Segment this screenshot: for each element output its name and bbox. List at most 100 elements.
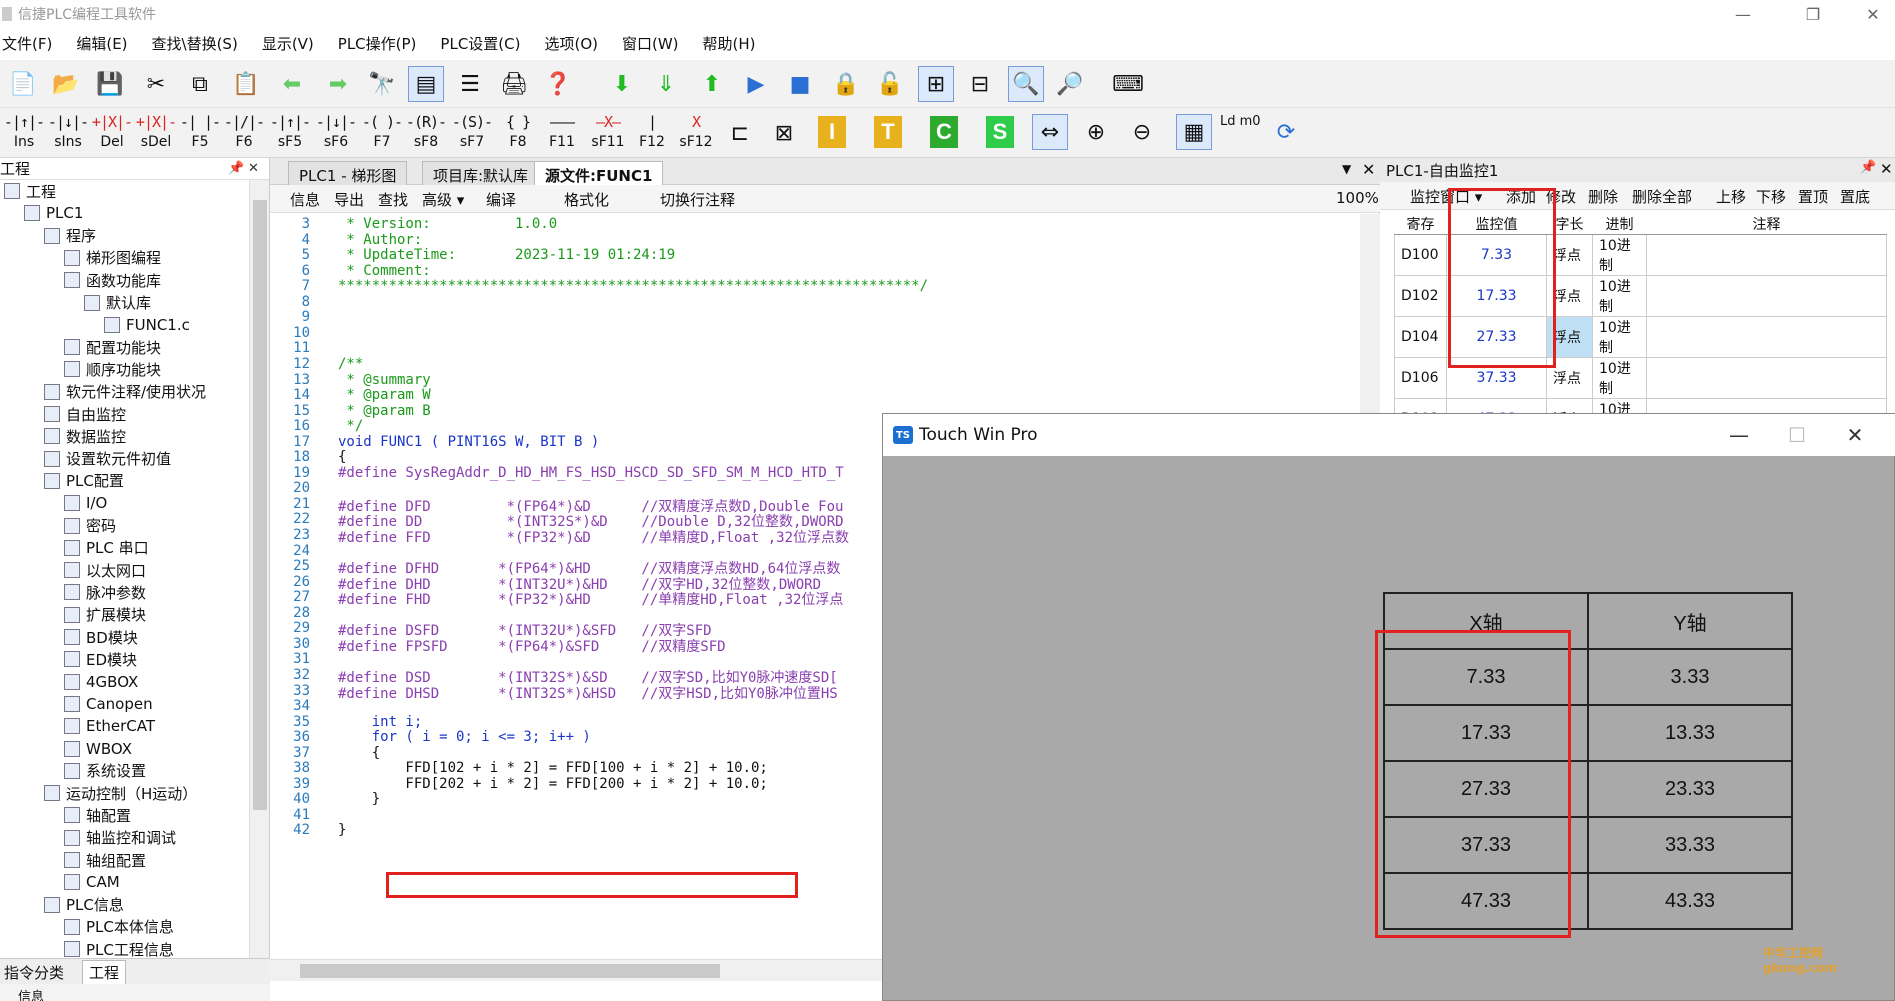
- instruction-t-icon[interactable]: T: [874, 116, 902, 148]
- tree-item[interactable]: 脉冲参数: [64, 581, 146, 603]
- value-cell[interactable]: 37.33: [1446, 357, 1547, 399]
- download-icon[interactable]: ⬇: [604, 66, 640, 102]
- back-arrow-icon[interactable]: ⬅: [274, 66, 310, 102]
- tree-item[interactable]: WBOX: [64, 738, 132, 760]
- ladder-sf11-button[interactable]: —X— sF11: [586, 113, 630, 155]
- upload-icon[interactable]: ⬆: [694, 66, 730, 102]
- tree-item[interactable]: 梯形图编程: [64, 247, 161, 269]
- tree-item[interactable]: 轴组配置: [64, 849, 146, 871]
- tree-item[interactable]: 默认库: [84, 292, 151, 314]
- tree-item[interactable]: 软元件注释/使用状况: [44, 381, 206, 403]
- touchwin-maximize-icon[interactable]: ☐: [1769, 414, 1825, 456]
- tree-item[interactable]: PLC信息: [44, 894, 124, 916]
- ladder-del-button[interactable]: +|X|- Del: [90, 113, 134, 155]
- tree-item[interactable]: PLC工程信息: [64, 938, 174, 960]
- tree-item[interactable]: Canopen: [64, 693, 153, 715]
- menu-plc-operation[interactable]: PLC操作(P): [336, 33, 429, 54]
- code-line[interactable]: #define SysRegAddr_D_HD_HM_FS_HSD_HSCD_S…: [338, 465, 844, 481]
- tree-item[interactable]: EtherCAT: [64, 715, 155, 737]
- pin-icon[interactable]: 📌: [228, 161, 244, 176]
- ladder-sf7-button[interactable]: -(S)- sF7: [450, 113, 494, 155]
- tab-instruction-category[interactable]: 指令分类: [4, 962, 64, 983]
- panel-close-icon[interactable]: ✕: [248, 161, 259, 176]
- touchwin-close-icon[interactable]: ✕: [1827, 414, 1883, 456]
- monitor-delete-button[interactable]: 删除: [1588, 186, 1618, 207]
- code-line[interactable]: * @param W: [338, 387, 430, 403]
- menu-find-replace[interactable]: 查找\替换(S): [150, 33, 250, 54]
- menu-help[interactable]: 帮助(H): [701, 33, 768, 54]
- code-line[interactable]: FFD[202 + i * 2] = FFD[200 + i * 2] + 10…: [338, 776, 767, 792]
- tree-item[interactable]: 顺序功能块: [64, 358, 161, 380]
- tree-item[interactable]: 工程: [4, 180, 56, 202]
- tree-item[interactable]: 数据监控: [44, 425, 126, 447]
- editor-format-button[interactable]: 格式化: [564, 189, 609, 210]
- tree-item[interactable]: I/O: [64, 492, 107, 514]
- monitor-pin-icon[interactable]: 📌: [1860, 160, 1876, 175]
- menu-file[interactable]: 文件(F): [0, 33, 64, 54]
- editor-toggle-comment-button[interactable]: 切换行注释: [660, 189, 735, 210]
- zoom-in-icon[interactable]: ⊕: [1078, 114, 1114, 150]
- tab-project[interactable]: 工程: [82, 960, 127, 985]
- monitor-row[interactable]: D100 7.33 浮点 10进制: [1394, 234, 1887, 276]
- code-line[interactable]: * @param B: [338, 403, 430, 419]
- ladder-sf12-button[interactable]: XsF12: [674, 113, 718, 155]
- instruction-c-icon[interactable]: C: [930, 116, 958, 148]
- code-line[interactable]: #define DHSD *(INT32S*)&HSD //双字HSD,比如Y0…: [338, 683, 838, 703]
- tree-item[interactable]: PLC配置: [44, 470, 124, 492]
- tab-source-func1[interactable]: 源文件:FUNC1: [534, 161, 664, 185]
- code-line[interactable]: ****************************************…: [338, 278, 928, 294]
- menu-plc-settings[interactable]: PLC设置(C): [438, 33, 532, 54]
- tree-item[interactable]: FUNC1.c: [104, 314, 190, 336]
- editor-compile-button[interactable]: 编译: [486, 189, 516, 210]
- tree-item[interactable]: 程序: [44, 225, 96, 247]
- info-tab[interactable]: 信息: [18, 986, 44, 1001]
- code-line[interactable]: void FUNC1 ( PINT16S W, BIT B ): [338, 434, 599, 450]
- zoom-page-icon[interactable]: 🔍: [1008, 66, 1044, 102]
- ladder-view-icon[interactable]: ⊞: [918, 66, 954, 102]
- monitor-view-icon[interactable]: ⊟: [962, 66, 998, 102]
- open-folder-icon[interactable]: 📂: [48, 66, 84, 102]
- code-line[interactable]: * UpdateTime: 2023-11-19 01:24:19: [338, 247, 675, 263]
- monitor-row[interactable]: D106 37.33 浮点 10进制: [1394, 357, 1887, 399]
- stop-icon[interactable]: ■: [782, 66, 818, 102]
- code-line[interactable]: FFD[102 + i * 2] = FFD[100 + i * 2] + 10…: [338, 760, 767, 776]
- binoculars-icon[interactable]: 🔭: [364, 66, 400, 102]
- help-search-icon[interactable]: ❓: [540, 66, 576, 102]
- tab-project-library[interactable]: 项目库:默认库: [422, 161, 540, 185]
- code-line[interactable]: #define FPSFD *(FP64*)&SFD //双精度SFD: [338, 636, 726, 656]
- save-icon[interactable]: 💾: [92, 66, 128, 102]
- code-line[interactable]: * Version: 1.0.0: [338, 216, 557, 232]
- monitor-close-icon[interactable]: ✕: [1880, 160, 1893, 178]
- code-line[interactable]: * Comment:: [338, 263, 430, 279]
- comment-cell[interactable]: [1646, 357, 1887, 399]
- monitor-move-down-button[interactable]: 下移: [1756, 186, 1786, 207]
- menu-view[interactable]: 显示(V): [260, 33, 326, 54]
- code-line[interactable]: #define FHD *(FP32*)&HD //单精度HD,Float ,3…: [338, 589, 843, 609]
- comment-cell[interactable]: [1646, 275, 1887, 317]
- monitor-move-up-button[interactable]: 上移: [1716, 186, 1746, 207]
- ladder-ins-button[interactable]: -|↑|- Ins: [2, 113, 46, 155]
- tab-dropdown-icon[interactable]: ▼: [1342, 162, 1351, 176]
- refresh-icon[interactable]: ⟳: [1268, 114, 1304, 150]
- code-line[interactable]: {: [338, 449, 346, 465]
- menu-window[interactable]: 窗口(W): [620, 33, 691, 54]
- ladder-f7-button[interactable]: -( )- F7: [360, 113, 404, 155]
- paste-icon[interactable]: 📋: [228, 66, 264, 102]
- tree-item[interactable]: 运动控制（H运动）: [44, 782, 197, 804]
- ladder-grid-icon[interactable]: ▦: [1176, 114, 1212, 150]
- tree-item[interactable]: 扩展模块: [64, 604, 146, 626]
- tree-item[interactable]: ED模块: [64, 648, 137, 670]
- minimize-icon[interactable]: —: [1720, 0, 1766, 28]
- editor-info-button[interactable]: 信息: [290, 189, 320, 210]
- ladder-f11-button[interactable]: ——— F11: [540, 113, 584, 155]
- ladder-sf8-button[interactable]: -(R)- sF8: [404, 113, 448, 155]
- tab-ladder[interactable]: PLC1 - 梯形图: [288, 161, 408, 185]
- code-line[interactable]: int i;: [338, 714, 423, 730]
- length-cell[interactable]: 浮点: [1546, 316, 1593, 358]
- code-line[interactable]: /**: [338, 356, 363, 372]
- keyboard-icon[interactable]: ⌨: [1110, 66, 1146, 102]
- window-view-icon[interactable]: ▤: [408, 66, 444, 102]
- register-cell[interactable]: D106: [1394, 357, 1447, 399]
- monitor-top-button[interactable]: 置顶: [1798, 186, 1828, 207]
- ladder-sins-button[interactable]: -|↓|- sIns: [46, 113, 90, 155]
